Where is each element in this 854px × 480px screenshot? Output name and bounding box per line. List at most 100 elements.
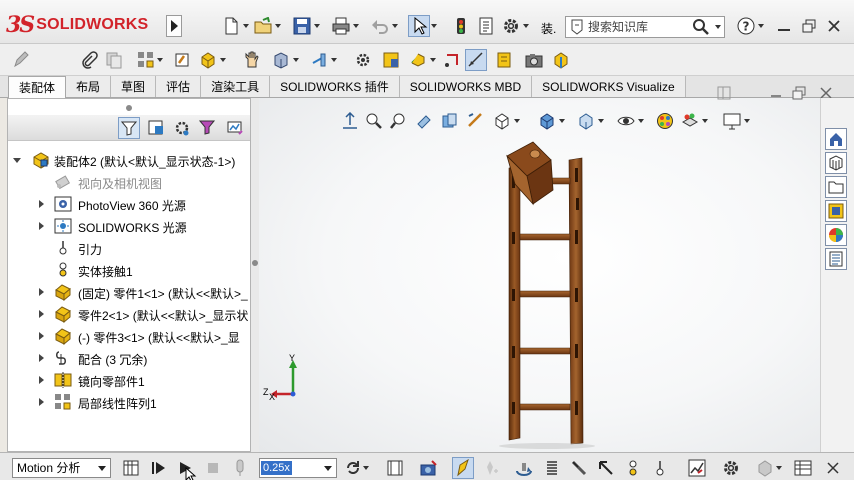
view-orientation-button[interactable]: [465, 110, 487, 132]
search-box[interactable]: [565, 16, 725, 38]
help-dropdown[interactable]: [757, 15, 765, 37]
close-motion-manager-button[interactable]: [822, 457, 844, 479]
apply-scene-button[interactable]: [654, 110, 676, 132]
new-motion-study-button[interactable]: [352, 49, 374, 71]
collapse-dropdown[interactable]: [775, 457, 783, 479]
results-and-plots-button[interactable]: [686, 457, 708, 479]
panel-grip[interactable]: [126, 105, 132, 111]
tab-4[interactable]: 渲染工具: [201, 76, 271, 97]
assembly-features-button[interactable]: [270, 49, 292, 71]
collapse-arrow-icon[interactable]: [12, 155, 22, 165]
tab-5[interactable]: SOLIDWORKS 插件: [270, 76, 400, 97]
display-style-dropdown[interactable]: [513, 110, 521, 132]
bill-of-materials-button[interactable]: [380, 49, 402, 71]
appearances-tab[interactable]: [825, 224, 847, 246]
force-button[interactable]: [595, 457, 617, 479]
expand-arrow-icon[interactable]: [36, 397, 46, 407]
open-button[interactable]: [252, 15, 274, 37]
search-dropdown[interactable]: [714, 16, 722, 38]
collapse-motion-manager-button[interactable]: [754, 457, 776, 479]
graphics-area[interactable]: Y Z X: [259, 86, 832, 452]
hide-show-items-dropdown[interactable]: [637, 110, 645, 132]
exploded-view-dropdown[interactable]: [429, 49, 437, 71]
save-animation-button[interactable]: [384, 457, 406, 479]
assembly-features-dropdown[interactable]: [292, 49, 300, 71]
smart-fasteners-button[interactable]: [172, 49, 194, 71]
tab-6[interactable]: SOLIDWORKS MBD: [399, 76, 533, 97]
view-settings-button[interactable]: [721, 110, 743, 132]
hide-show-button[interactable]: [615, 110, 637, 132]
large-assembly-mode-button[interactable]: [550, 49, 572, 71]
select-dropdown[interactable]: [430, 15, 438, 37]
hide-show-items-button[interactable]: [536, 110, 558, 132]
expand-arrow-icon[interactable]: [36, 375, 46, 385]
instant3d-button[interactable]: [465, 49, 487, 71]
dynamic-annotation-button[interactable]: [439, 110, 461, 132]
gravity-button[interactable]: [649, 457, 671, 479]
select-button[interactable]: [408, 15, 430, 37]
animation-wizard-button[interactable]: [418, 457, 440, 479]
main-menu-arrow-button[interactable]: [166, 15, 182, 37]
tree-item[interactable]: 实体接触1: [8, 259, 250, 281]
scene-dropdown[interactable]: [701, 110, 709, 132]
edit-component-button[interactable]: [10, 49, 32, 71]
tree-item[interactable]: 引力: [8, 237, 250, 259]
panel-splitter[interactable]: [251, 98, 259, 452]
zoom-to-area-button[interactable]: [363, 110, 385, 132]
add-update-key-button[interactable]: [479, 457, 501, 479]
tree-item[interactable]: (固定) 零件1<1> (默认<<默认>_: [8, 281, 250, 303]
tree-item[interactable]: 零件2<1> (默认<<默认>_显示状: [8, 303, 250, 325]
tree-item[interactable]: SOLIDWORKS 光源: [8, 215, 250, 237]
feature-tree-tab[interactable]: [118, 117, 140, 139]
motion-study-tab-button[interactable]: [792, 457, 814, 479]
view-palette-tab[interactable]: [825, 200, 847, 222]
options-dropdown[interactable]: [522, 15, 530, 37]
playback-mode-button[interactable]: [229, 457, 251, 479]
linear-pattern-dropdown[interactable]: [156, 49, 164, 71]
new-document-dropdown[interactable]: [242, 15, 250, 37]
tab-1[interactable]: 布局: [66, 76, 112, 97]
file-explorer-tab[interactable]: [825, 176, 847, 198]
dim-xpert-manager-tab[interactable]: [197, 117, 219, 139]
edit-appearance-button[interactable]: [575, 110, 597, 132]
insert-components-button[interactable]: [78, 49, 100, 71]
expand-arrow-icon[interactable]: [36, 287, 46, 297]
section-view-button[interactable]: [413, 110, 435, 132]
playback-loop-button[interactable]: [342, 457, 364, 479]
expand-arrow-icon[interactable]: [36, 199, 46, 209]
reference-geometry-button[interactable]: [308, 49, 330, 71]
open-dropdown[interactable]: [274, 15, 282, 37]
tree-item[interactable]: 镜向零部件1: [8, 369, 250, 391]
study-type-select[interactable]: Motion 分析: [12, 458, 111, 478]
explode-line-sketch-button[interactable]: [441, 49, 463, 71]
scene-button[interactable]: [679, 110, 701, 132]
configuration-manager-tab[interactable]: [171, 117, 193, 139]
property-manager-tab[interactable]: [145, 117, 167, 139]
tab-7[interactable]: SOLIDWORKS Visualize: [532, 76, 686, 97]
print-button[interactable]: [330, 15, 352, 37]
expand-arrow-icon[interactable]: [36, 353, 46, 363]
minimize-window-button[interactable]: [773, 15, 795, 37]
display-style-button[interactable]: [491, 110, 513, 132]
motion-study-properties-button[interactable]: [720, 457, 742, 479]
tree-item[interactable]: PhotoView 360 光源: [8, 193, 250, 215]
save-dropdown[interactable]: [313, 15, 321, 37]
restore-window-button[interactable]: [798, 15, 820, 37]
expand-arrow-icon[interactable]: [36, 309, 46, 319]
splitter-knob[interactable]: [252, 260, 258, 266]
save-button[interactable]: [291, 15, 313, 37]
expand-arrow-icon[interactable]: [36, 221, 46, 231]
mate-button[interactable]: [103, 49, 125, 71]
expand-arrow-icon[interactable]: [36, 331, 46, 341]
edit-appearance-dropdown[interactable]: [597, 110, 605, 132]
calculate-button[interactable]: [120, 457, 142, 479]
damper-button[interactable]: [568, 457, 590, 479]
tile-windows-button[interactable]: [713, 82, 735, 104]
search-input[interactable]: [588, 19, 684, 35]
play-from-start-button[interactable]: [147, 457, 169, 479]
tree-item[interactable]: (-) 零件3<1> (默认<<默认>_显: [8, 325, 250, 347]
move-component-dropdown[interactable]: [219, 49, 227, 71]
design-library-tab[interactable]: [825, 152, 847, 174]
view-settings-dropdown[interactable]: [743, 110, 751, 132]
solidworks-resources-tab[interactable]: [825, 128, 847, 150]
